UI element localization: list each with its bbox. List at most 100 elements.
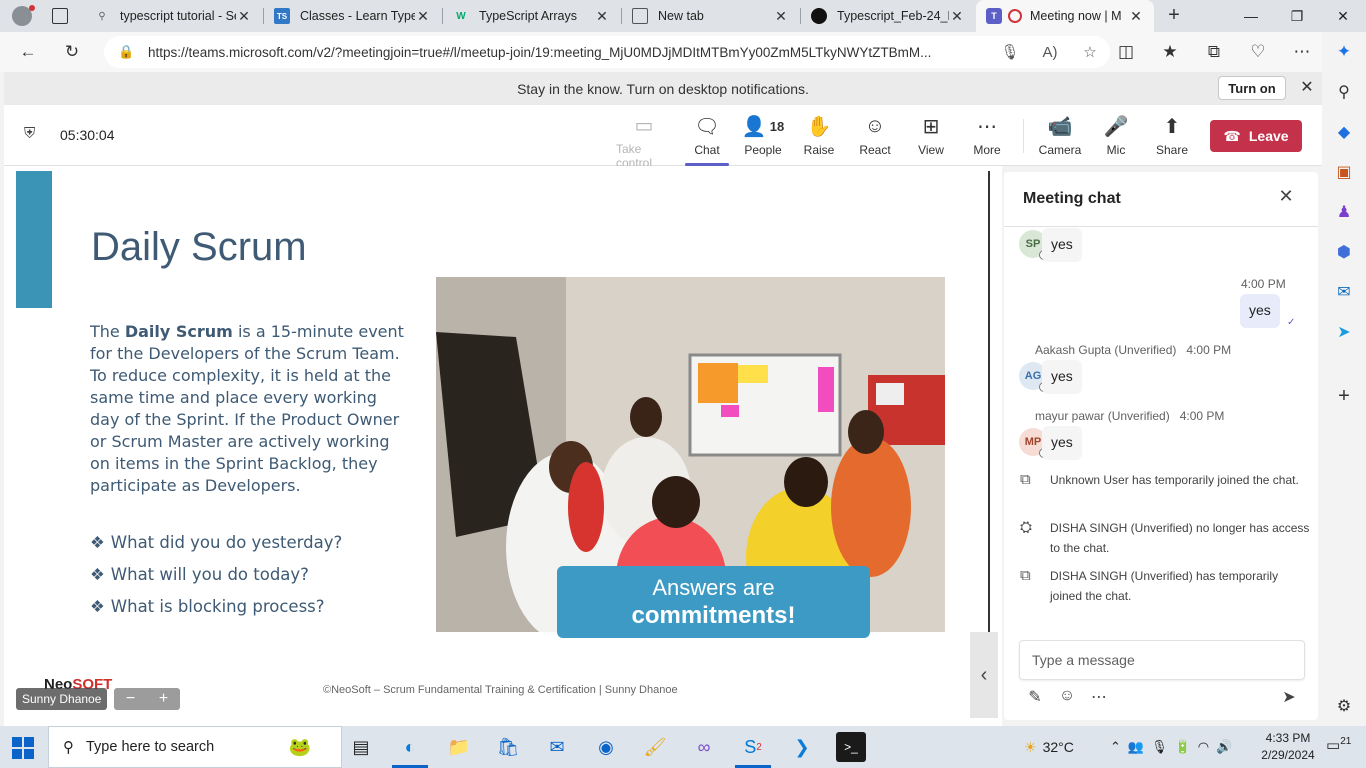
tools-icon[interactable]: ▣ [1332, 160, 1356, 184]
vscode-icon[interactable]: ❯ [787, 732, 817, 762]
react-button[interactable]: ☺ React [847, 113, 903, 161]
browser-tab-typescript-arrays[interactable]: W TypeScript Arrays ✕ [443, 0, 620, 32]
meeting-timer: 05:30:04 [60, 127, 115, 143]
zoom-controls[interactable]: − + [114, 688, 180, 710]
message-sender: mayur pawar (Unverified) 4:00 PM [1035, 409, 1225, 423]
notification-center-icon[interactable]: ▭21 [1326, 736, 1351, 758]
browser-tab-github[interactable]: Typescript_Feb-24_Dc ✕ [801, 0, 975, 32]
skype-icon[interactable]: S2 [738, 732, 768, 762]
wifi-icon[interactable]: ◠ [1198, 739, 1216, 755]
tab-close-icon[interactable]: ✕ [949, 8, 965, 25]
minimize-button[interactable]: — [1228, 0, 1274, 32]
view-button[interactable]: ⊞ View [903, 113, 959, 161]
mail-icon[interactable]: ✉ [542, 732, 572, 762]
system-message: ⧉ Unknown User has temporarily joined the… [1020, 471, 1299, 488]
favorite-star-icon[interactable]: ☆ [1070, 43, 1110, 61]
take-control-button[interactable]: ▭ Take control [616, 113, 672, 170]
chat-message[interactable]: yes [1042, 360, 1082, 394]
outlook-icon[interactable]: ✉ [1332, 280, 1356, 304]
chat-message[interactable]: yes [1042, 426, 1082, 460]
camera-button[interactable]: 📹 Camera [1032, 113, 1088, 161]
people-tray-icon[interactable]: 👥 [1128, 739, 1151, 755]
more-button[interactable]: ⋯ More [959, 113, 1015, 161]
edge-icon[interactable]: ◐ [395, 732, 425, 762]
close-icon[interactable]: ✕ [1297, 77, 1317, 99]
close-window-button[interactable]: ✕ [1320, 0, 1366, 32]
share-button[interactable]: ⬆ Share [1144, 113, 1200, 161]
raise-hand-button[interactable]: ✋ Raise [791, 113, 847, 161]
zoom-out-icon[interactable]: − [126, 690, 135, 708]
browser-tab-new-tab[interactable]: New tab ✕ [622, 0, 799, 32]
zoom-in-icon[interactable]: + [159, 690, 168, 708]
tab-actions-icon[interactable] [52, 8, 68, 24]
turn-on-button[interactable]: Turn on [1218, 76, 1286, 100]
chat-message-mine[interactable]: yes [1240, 294, 1280, 328]
weather-widget[interactable]: ☀ 32°C [1024, 726, 1074, 768]
format-icon[interactable]: ✎ [1024, 687, 1046, 709]
tab-close-icon[interactable]: ✕ [236, 8, 252, 25]
send-icon[interactable]: ➤ [1332, 320, 1356, 344]
new-tab-button[interactable]: + [1162, 4, 1186, 28]
chevron-up-icon[interactable]: ⌃ [1110, 739, 1128, 755]
user-joined-icon: ⧉ [1020, 567, 1031, 584]
lock-icon: 🔒 [118, 44, 135, 59]
refresh-button[interactable]: ↻ [58, 38, 86, 66]
settings-gear-icon[interactable]: ⚙ [1332, 694, 1356, 718]
camera-off-icon: 📹 [1047, 115, 1073, 138]
search-icon[interactable]: ⚲ [1332, 80, 1356, 104]
chat-message[interactable]: yes [1042, 228, 1082, 262]
tab-close-icon[interactable]: ✕ [594, 8, 610, 25]
slide-body-text: The Daily Scrum is a 15-minute event for… [90, 322, 404, 495]
people-icon: 👤 [741, 115, 767, 138]
add-icon[interactable]: + [1332, 384, 1356, 408]
windows-taskbar: ⚲ Type here to search 🐸 ▤ ◐ 📁 🛍 ✉ ◉ 🖌 ∞ … [0, 726, 1366, 768]
people-button[interactable]: 👤 18 People [735, 113, 791, 161]
globe-app-icon[interactable]: ◉ [591, 732, 621, 762]
restore-button[interactable]: ❐ [1274, 0, 1320, 32]
paint-icon[interactable]: 🖌 [640, 732, 670, 762]
mic-tray-icon[interactable]: 🎙 [1151, 739, 1175, 755]
close-icon[interactable]: ✕ [1275, 186, 1297, 208]
slide-bullet: ❖ What will you do today? [90, 565, 309, 584]
mic-button[interactable]: 🎤 Mic [1088, 113, 1144, 161]
url-field[interactable]: 🔒 https://teams.microsoft.com/v2/?meetin… [104, 36, 1110, 68]
microphone-icon[interactable]: 🎙 [990, 43, 1030, 61]
message-input[interactable]: Type a message [1019, 640, 1305, 680]
system-tray-icons[interactable]: ⌃ 👥 🎙 🔋 ◠ 🔊 [1110, 726, 1239, 768]
search-icon: ⚲ [63, 739, 74, 756]
file-explorer-icon[interactable]: 📁 [444, 732, 474, 762]
copilot-icon[interactable]: ✦ [1330, 38, 1358, 66]
games-icon[interactable]: ♟ [1332, 200, 1356, 224]
tab-close-icon[interactable]: ✕ [1128, 8, 1144, 25]
browser-essentials-icon[interactable]: ♡ [1244, 38, 1272, 66]
office-icon[interactable]: ⬢ [1332, 240, 1356, 264]
tab-close-icon[interactable]: ✕ [773, 8, 789, 25]
back-button[interactable]: ← [14, 38, 42, 66]
visual-studio-icon[interactable]: ∞ [689, 732, 719, 762]
shopping-icon[interactable]: ◆ [1332, 120, 1356, 144]
leave-button[interactable]: ☎ Leave [1210, 120, 1302, 152]
battery-icon[interactable]: 🔋 [1175, 739, 1198, 755]
slide-bullet: ❖ What did you do yesterday? [90, 533, 343, 552]
chat-button[interactable]: 🗨 Chat [679, 113, 735, 161]
store-icon[interactable]: 🛍 [493, 732, 523, 762]
favorites-icon[interactable]: ★ [1156, 38, 1184, 66]
more-options-icon[interactable]: ⋯ [1088, 687, 1110, 709]
browser-tab-typescript-tutorial[interactable]: ⚲ typescript tutorial - Se ✕ [84, 0, 262, 32]
browser-tab-classes[interactable]: TS Classes - Learn TypeS ✕ [264, 0, 441, 32]
terminal-icon[interactable]: >_ [836, 732, 866, 762]
collapse-chevron-left-icon[interactable]: ‹ [970, 632, 998, 718]
task-view-icon[interactable]: ▤ [346, 732, 376, 762]
split-screen-icon[interactable]: ◫ [1112, 38, 1140, 66]
emoji-icon[interactable]: ☺ [1056, 687, 1078, 709]
windows-start-icon[interactable] [12, 737, 34, 759]
tab-close-icon[interactable]: ✕ [415, 8, 431, 25]
taskbar-clock[interactable]: 4:33 PM 2/29/2024 [1256, 730, 1320, 764]
volume-icon[interactable]: 🔊 [1216, 739, 1239, 755]
send-icon[interactable]: ➤ [1278, 687, 1300, 709]
screen-control-icon: ▭ [634, 115, 654, 137]
settings-more-icon[interactable]: ⋯ [1288, 38, 1316, 66]
collections-icon[interactable]: ⧉ [1200, 38, 1228, 66]
browser-tab-teams-meeting[interactable]: T Meeting now | M ✕ [976, 0, 1154, 32]
read-aloud-icon[interactable]: A) [1030, 44, 1070, 61]
